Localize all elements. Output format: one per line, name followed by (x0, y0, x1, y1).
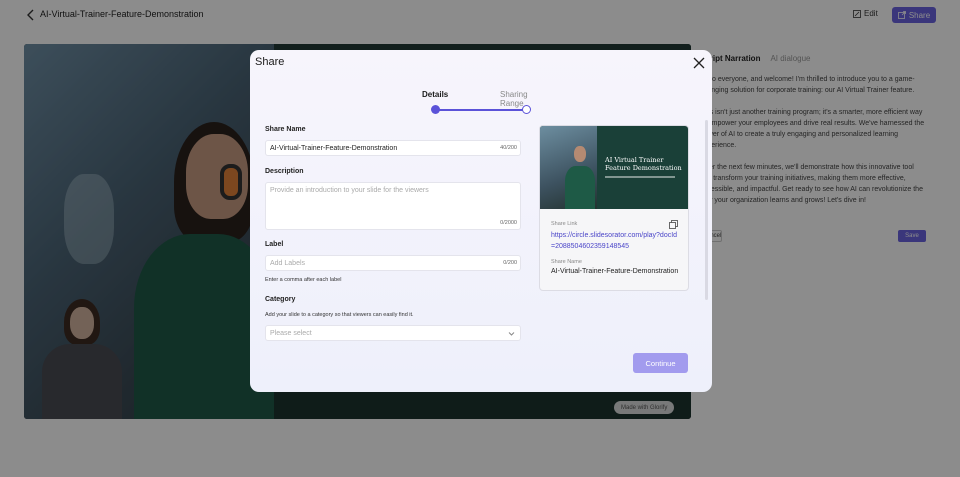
labels-input[interactable]: Add Labels 0/200 (265, 255, 521, 271)
share-link-label: Share Link (551, 221, 578, 227)
thumbnail-subtitle-line (605, 176, 675, 178)
share-name-label: Share Name (265, 126, 306, 133)
modal-title: Share (255, 56, 285, 68)
share-name-counter: 40/200 (500, 145, 517, 151)
category-label: Category (265, 296, 296, 303)
labels-placeholder: Add Labels (270, 259, 306, 267)
category-select[interactable]: Please select (265, 325, 521, 341)
step-dot-active (431, 105, 440, 114)
description-label: Description (265, 168, 304, 175)
continue-button[interactable]: Continue (633, 353, 688, 373)
close-icon[interactable] (693, 57, 705, 69)
stepper: Details Sharing Range (422, 90, 542, 120)
description-counter: 0/2000 (500, 220, 517, 226)
step-line (434, 109, 527, 111)
thumbnail-head (574, 146, 586, 162)
copy-icon[interactable] (669, 220, 678, 229)
step-dot-inactive (522, 105, 531, 114)
step-sharing-range: Sharing Range (500, 90, 528, 108)
labels-hint: Enter a comma after each label (265, 277, 342, 283)
thumbnail-body (565, 166, 595, 209)
label-field-label: Label (265, 241, 284, 248)
modal-scrollbar[interactable] (705, 120, 708, 300)
thumbnail-photo (540, 126, 597, 209)
description-placeholder: Provide an introduction to your slide fo… (270, 187, 429, 194)
share-link[interactable]: https://circle.slidesorator.com/play?doc… (551, 230, 681, 252)
card-share-name-label: Share Name (551, 259, 582, 265)
share-name-input[interactable]: AI-Virtual-Trainer-Feature-Demonstration… (265, 140, 521, 156)
slide-thumbnail: AI Virtual Trainer Feature Demonstration (540, 126, 688, 209)
category-hint: Add your slide to a category so that vie… (265, 312, 414, 318)
labels-counter: 0/200 (503, 260, 517, 266)
share-name-value: AI-Virtual-Trainer-Feature-Demonstration (270, 144, 398, 152)
share-modal: Share Details Sharing Range Share Name A… (250, 50, 712, 392)
share-preview-card: AI Virtual Trainer Feature Demonstration… (539, 125, 689, 291)
card-share-name: AI-Virtual-Trainer-Feature-Demonstration (551, 268, 679, 275)
chevron-down-icon (508, 332, 515, 336)
thumbnail-title: AI Virtual Trainer Feature Demonstration (605, 156, 682, 172)
step-details: Details (422, 90, 449, 99)
description-textarea[interactable]: Provide an introduction to your slide fo… (265, 182, 521, 230)
category-placeholder: Please select (270, 329, 312, 337)
